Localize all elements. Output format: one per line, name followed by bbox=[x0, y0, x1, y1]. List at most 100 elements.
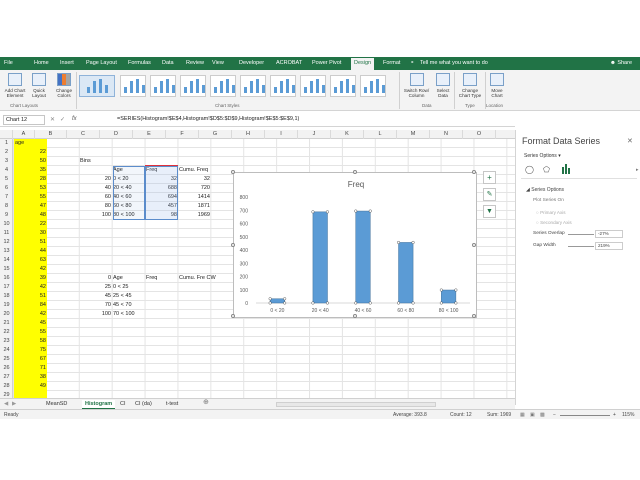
close-icon[interactable]: ✕ bbox=[627, 137, 633, 145]
bin-cell[interactable]: 70 bbox=[80, 301, 111, 310]
row-header[interactable]: 5 bbox=[0, 175, 13, 184]
ribbon-tab[interactable]: Developer bbox=[239, 59, 264, 67]
chart-style-thumbnail[interactable] bbox=[330, 75, 356, 97]
row-header[interactable]: 26 bbox=[0, 364, 13, 373]
ribbon-tab[interactable]: File bbox=[4, 59, 13, 67]
cumu-freq-cell[interactable]: 1414 bbox=[179, 193, 210, 202]
column-header-e[interactable]: E bbox=[133, 130, 166, 139]
age-cell[interactable]: 67 bbox=[14, 355, 46, 364]
histogram-chart[interactable]: Freq 0 100 200 300 400 500 600 700 800 0 < 20 20 < … bbox=[231, 170, 477, 318]
row-header[interactable]: 28 bbox=[0, 382, 13, 391]
cumu-freq-cell[interactable]: 1871 bbox=[179, 202, 210, 211]
row-header[interactable]: 23 bbox=[0, 337, 13, 346]
header-cell[interactable]: Cumu. Freq bbox=[179, 166, 213, 175]
column-header-i[interactable]: I bbox=[265, 130, 298, 139]
chart-title[interactable]: Freq bbox=[348, 180, 364, 189]
switch-row-column-button[interactable]: Switch Row/ Column bbox=[401, 73, 432, 98]
row-header[interactable]: 17 bbox=[0, 283, 13, 292]
age-cell[interactable]: 51 bbox=[14, 292, 46, 301]
column-header-m[interactable]: M bbox=[397, 130, 430, 139]
change-chart-type-button[interactable]: Change Chart Type bbox=[456, 73, 484, 98]
series-overlap-slider[interactable] bbox=[568, 234, 594, 235]
bin-cell[interactable]: 0 bbox=[80, 274, 111, 283]
more-arrow-icon[interactable]: ▸ bbox=[636, 167, 639, 173]
resize-handle[interactable] bbox=[353, 170, 357, 174]
row-header[interactable]: 3 bbox=[0, 157, 13, 166]
header-cell[interactable]: Cumu. Fre CW bbox=[179, 274, 229, 283]
name-box[interactable]: Chart 12 bbox=[3, 115, 45, 125]
resize-handle[interactable] bbox=[472, 314, 476, 318]
row-header[interactable]: 14 bbox=[0, 256, 13, 265]
age-cell[interactable]: 30 bbox=[14, 229, 46, 238]
header-cell[interactable]: Age bbox=[113, 274, 145, 283]
age-cell[interactable]: 55 bbox=[14, 193, 46, 202]
tell-me-box[interactable]: Tell me what you want to do bbox=[420, 59, 488, 67]
chart-styles-brush-button[interactable]: ✎ bbox=[483, 188, 496, 201]
bin-cell[interactable]: 100 bbox=[80, 310, 111, 319]
column-header-h[interactable]: H bbox=[232, 130, 265, 139]
resize-handle[interactable] bbox=[353, 314, 357, 318]
share-button[interactable]: ☻ Share bbox=[610, 59, 632, 67]
age-cell[interactable]: 55 bbox=[14, 328, 46, 337]
column-header-k[interactable]: K bbox=[331, 130, 364, 139]
sheet-tab[interactable]: CI (dа) bbox=[135, 400, 152, 408]
move-chart-button[interactable]: Move Chart bbox=[487, 73, 507, 98]
row-header[interactable]: 13 bbox=[0, 247, 13, 256]
age-cell[interactable]: 84 bbox=[14, 301, 46, 310]
row-header[interactable]: 10 bbox=[0, 220, 13, 229]
series-options-section-header[interactable]: ◢ Series Options bbox=[526, 187, 564, 193]
bin-cell[interactable]: 100 bbox=[80, 211, 111, 220]
row-header[interactable]: 12 bbox=[0, 238, 13, 247]
new-sheet-icon[interactable]: ⊕ bbox=[203, 399, 209, 407]
age-cell[interactable]: 63 bbox=[14, 256, 46, 265]
row-header[interactable]: 9 bbox=[0, 211, 13, 220]
column-header-l[interactable]: L bbox=[364, 130, 397, 139]
column-header-b[interactable]: B bbox=[35, 130, 67, 139]
row-header[interactable]: 4 bbox=[0, 166, 13, 175]
column-header-n[interactable]: N bbox=[430, 130, 463, 139]
row-header[interactable]: 18 bbox=[0, 292, 13, 301]
age-cell[interactable]: 49 bbox=[14, 382, 46, 391]
ribbon-tab[interactable]: Data bbox=[162, 59, 174, 67]
bar[interactable] bbox=[355, 210, 371, 304]
gap-width-slider[interactable] bbox=[568, 246, 594, 247]
ribbon-tab[interactable]: Insert bbox=[60, 59, 74, 67]
ribbon-tab[interactable]: Home bbox=[34, 59, 49, 67]
primary-axis-radio[interactable]: ○ Primary Axis bbox=[536, 210, 566, 215]
scroll-right-icon[interactable]: ▶ bbox=[12, 400, 16, 408]
resize-handle[interactable] bbox=[472, 243, 476, 247]
gap-width-input[interactable]: 219% bbox=[595, 242, 623, 250]
page-break-view-icon[interactable]: ▩ bbox=[540, 411, 545, 419]
zoom-slider[interactable] bbox=[560, 415, 610, 416]
age-header-cell[interactable]: age bbox=[15, 139, 45, 148]
zoom-out-icon[interactable]: − bbox=[553, 411, 556, 419]
ribbon-tab[interactable]: View bbox=[212, 59, 224, 67]
age-cell[interactable]: 47 bbox=[14, 202, 46, 211]
bin-cell[interactable]: 40 bbox=[80, 184, 111, 193]
row-header[interactable]: 20 bbox=[0, 310, 13, 319]
age-cell[interactable]: 44 bbox=[14, 247, 46, 256]
add-chart-element-button[interactable]: Add Chart Element bbox=[3, 73, 27, 98]
age-range-cell[interactable]: 25 < 45 bbox=[113, 292, 153, 301]
chart-style-thumbnail[interactable] bbox=[240, 75, 266, 97]
enter-icon[interactable]: ✓ bbox=[60, 116, 65, 123]
column-header-a[interactable]: A bbox=[13, 130, 35, 139]
row-header[interactable]: 25 bbox=[0, 355, 13, 364]
age-cell[interactable]: 22 bbox=[14, 220, 46, 229]
age-cell[interactable]: 39 bbox=[14, 274, 46, 283]
age-cell[interactable]: 58 bbox=[14, 337, 46, 346]
cancel-icon[interactable]: ✕ bbox=[50, 116, 55, 123]
bar[interactable] bbox=[441, 289, 457, 304]
row-header[interactable]: 8 bbox=[0, 202, 13, 211]
chart-style-thumbnail[interactable] bbox=[79, 75, 115, 97]
cumu-freq-cell[interactable]: 720 bbox=[179, 184, 210, 193]
ribbon-tab[interactable]: Page Layout bbox=[86, 59, 117, 67]
age-cell[interactable]: 45 bbox=[14, 319, 46, 328]
age-cell[interactable]: 51 bbox=[14, 238, 46, 247]
bar[interactable] bbox=[312, 211, 328, 304]
column-header-j[interactable]: J bbox=[298, 130, 331, 139]
ribbon-tab[interactable]: Power Pivot bbox=[312, 59, 341, 67]
chart-elements-button[interactable]: + bbox=[483, 171, 496, 184]
series-overlap-input[interactable]: -27% bbox=[595, 230, 623, 238]
row-header[interactable]: 27 bbox=[0, 373, 13, 382]
